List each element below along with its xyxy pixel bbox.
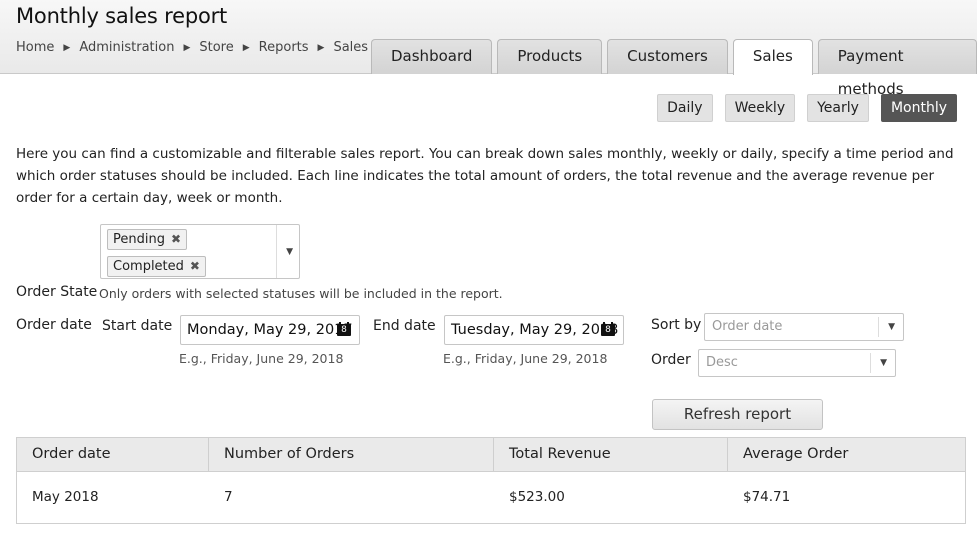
sales-table: Order date Number of Orders Total Revenu… [16,437,966,524]
page-title: Monthly sales report [16,4,228,28]
status-chip-pending: Pending ✖ [107,229,188,250]
remove-chip-icon[interactable]: ✖ [171,230,181,249]
calendar-icon[interactable]: 8 [601,322,615,336]
column-header[interactable]: Order date [17,438,209,471]
order-state-hint: Only orders with selected statuses will … [99,286,503,301]
order-state-label: Order State [16,284,98,300]
refresh-report-button[interactable]: Refresh report [652,399,823,430]
report-description: Here you can find a customizable and fil… [16,146,954,206]
tab-sales[interactable]: Sales [732,39,813,75]
breadcrumb-separator-icon: ▶ [242,42,250,53]
breadcrumb: Home ▶ Administration ▶ Store ▶ Reports … [16,40,368,55]
breadcrumb-separator-icon: ▶ [317,42,325,53]
chevron-down-icon[interactable]: ▼ [880,350,887,376]
breadcrumb-separator-icon: ▶ [63,42,71,53]
breadcrumb-home[interactable]: Home [16,40,54,55]
end-date-hint: E.g., Friday, June 29, 2018 [443,351,608,366]
column-header[interactable]: Number of Orders [209,438,494,471]
weekly-button[interactable]: Weekly [724,94,796,122]
table-cell: May 2018 [32,489,99,505]
page-header: Monthly sales report Home ▶ Administrati… [0,0,977,98]
period-selector: Daily Weekly Yearly Monthly [657,94,957,122]
monthly-button[interactable]: Monthly [880,94,957,122]
order-direction-select[interactable]: Desc ▼ [698,349,896,377]
column-header[interactable]: Average Order [728,438,965,471]
tab-customers[interactable]: Customers [607,39,728,74]
start-date-input[interactable]: Monday, May 29, 2017 8 [180,315,360,345]
end-date-value: Tuesday, May 29, 2018 [451,322,619,338]
breadcrumb-separator-icon: ▶ [183,42,191,53]
status-chip-label: Pending [113,232,165,247]
remove-chip-icon[interactable]: ✖ [190,257,200,276]
breadcrumb-store[interactable]: Store [199,40,233,55]
end-date-label: End date [373,318,436,334]
table-cell: $523.00 [509,489,565,505]
tab-products[interactable]: Products [497,39,603,74]
table-row: May 2018 7 $523.00 $74.71 [17,472,965,523]
tab-dashboard[interactable]: Dashboard [371,39,493,74]
select-divider [870,353,871,373]
sort-by-label: Sort by [651,317,702,333]
table-cell: 7 [224,489,233,505]
table-header: Order date Number of Orders Total Revenu… [17,438,965,472]
chevron-down-icon[interactable]: ▼ [888,314,895,340]
start-date-hint: E.g., Friday, June 29, 2018 [179,351,344,366]
calendar-icon[interactable]: 8 [337,322,351,336]
start-date-label: Start date [102,318,173,334]
report-tabs: Dashboard Products Customers Sales Payme… [371,39,977,98]
order-state-select[interactable]: Pending ✖ Completed ✖ ▼ [100,224,300,279]
chevron-down-icon[interactable]: ▼ [286,247,293,257]
sort-by-placeholder: Order date [712,319,783,334]
status-chip-label: Completed [113,259,184,274]
column-header[interactable]: Total Revenue [494,438,728,471]
yearly-button[interactable]: Yearly [807,94,869,122]
order-date-label: Order date [16,317,92,333]
breadcrumb-reports[interactable]: Reports [259,40,309,55]
order-placeholder: Desc [706,355,738,370]
end-date-input[interactable]: Tuesday, May 29, 2018 8 [444,315,624,345]
sort-by-select[interactable]: Order date ▼ [704,313,904,341]
breadcrumb-administration[interactable]: Administration [79,40,174,55]
select-divider [878,317,879,337]
order-label: Order [651,352,691,368]
breadcrumb-sales[interactable]: Sales [333,40,368,55]
status-chip-completed: Completed ✖ [107,256,206,277]
start-date-value: Monday, May 29, 2017 [187,322,353,338]
daily-button[interactable]: Daily [657,94,713,122]
table-cell: $74.71 [743,489,791,505]
tab-payment-methods[interactable]: Payment methods [817,39,977,98]
select-divider [276,225,277,278]
